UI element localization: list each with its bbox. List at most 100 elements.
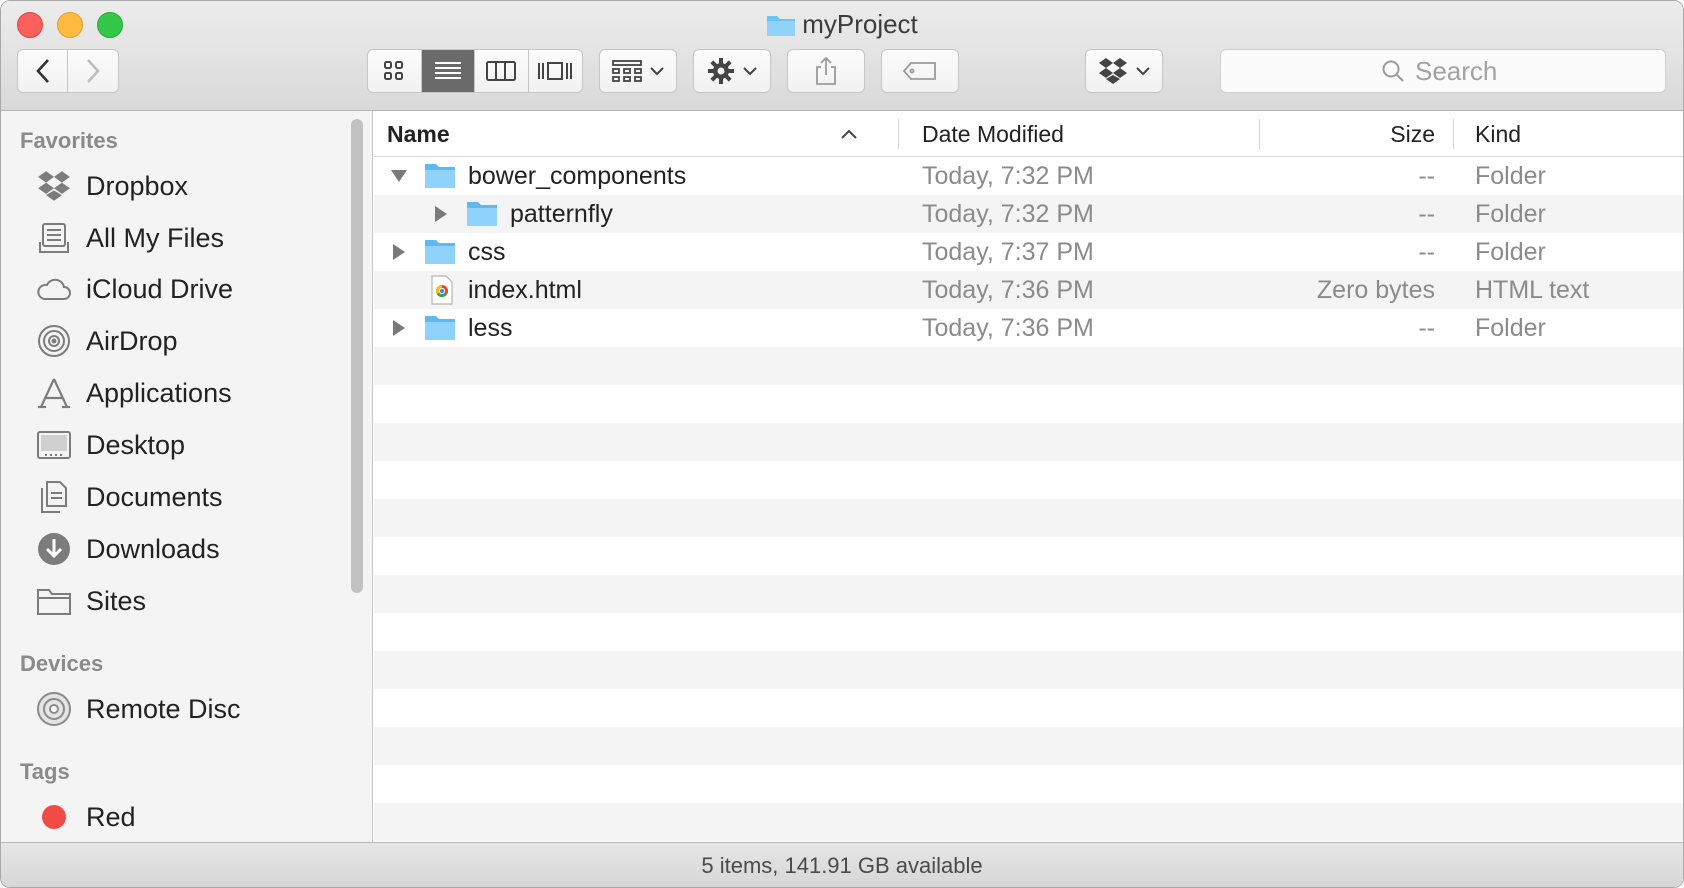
sidebar-heading-tags: Tags <box>20 759 70 784</box>
file-date: Today, 7:32 PM <box>922 162 1094 190</box>
search-field[interactable] <box>1220 49 1666 93</box>
documents-icon <box>35 478 73 516</box>
disclosure-triangle-collapsed[interactable] <box>431 195 451 233</box>
cover-flow-button[interactable] <box>529 50 583 92</box>
sidebar-heading-devices: Devices <box>20 651 104 676</box>
column-header-kind[interactable]: Kind <box>1475 111 1521 157</box>
empty-row <box>374 347 1683 385</box>
file-row-index-html[interactable]: index.html Today, 7:36 PM Zero bytes HTM… <box>374 271 1683 309</box>
back-forward-group <box>17 49 119 93</box>
folder-icon <box>766 11 796 45</box>
dropbox-icon <box>35 167 73 205</box>
chevron-down-icon <box>650 67 664 76</box>
column-header-date[interactable]: Date Modified <box>922 111 1064 157</box>
chevron-right-icon <box>87 59 100 83</box>
arrange-grid-icon <box>612 60 642 82</box>
share-button[interactable] <box>787 49 865 93</box>
sidebar-item-tag-red[interactable]: Red <box>35 797 136 837</box>
airdrop-icon <box>35 322 73 360</box>
empty-row <box>374 537 1683 575</box>
search-icon <box>1382 60 1404 82</box>
list-view-button[interactable] <box>421 50 475 92</box>
action-button[interactable] <box>693 49 771 93</box>
disclosure-triangle-expanded[interactable] <box>389 157 409 195</box>
file-name: bower_components <box>468 162 687 190</box>
chevron-down-icon <box>1136 67 1150 76</box>
html-document-icon <box>431 275 453 305</box>
sidebar-item-downloads[interactable]: Downloads <box>35 529 220 569</box>
tags-button[interactable] <box>881 49 959 93</box>
column-header-size[interactable]: Size <box>1260 111 1435 157</box>
tag-dot-icon <box>35 798 73 836</box>
disclosure-triangle-collapsed[interactable] <box>389 233 409 271</box>
empty-row <box>374 803 1683 841</box>
chevron-left-icon <box>35 59 49 83</box>
file-row-patternfly[interactable]: patternfly Today, 7:32 PM -- Folder <box>374 195 1683 233</box>
file-date: Today, 7:36 PM <box>922 314 1094 342</box>
file-row-bower-components[interactable]: bower_components Today, 7:32 PM -- Folde… <box>374 157 1683 195</box>
folder-icon <box>35 582 73 620</box>
empty-row <box>374 765 1683 803</box>
file-kind: Folder <box>1475 314 1546 342</box>
sidebar-item-label: Red <box>86 801 136 832</box>
empty-row <box>374 613 1683 651</box>
back-button[interactable] <box>18 50 69 92</box>
file-rows: bower_components Today, 7:32 PM -- Folde… <box>374 157 1683 887</box>
triangle-down-icon <box>391 170 407 182</box>
icon-view-button[interactable] <box>368 50 422 92</box>
folder-icon <box>425 240 455 264</box>
sidebar-item-desktop[interactable]: Desktop <box>35 425 185 465</box>
tag-icon <box>902 62 936 80</box>
sidebar-item-all-my-files[interactable]: All My Files <box>35 218 224 258</box>
arrange-button[interactable] <box>599 49 677 93</box>
file-kind: Folder <box>1475 238 1546 266</box>
sidebar-item-airdrop[interactable]: AirDrop <box>35 321 178 361</box>
forward-button[interactable] <box>68 50 118 92</box>
sidebar-item-documents[interactable]: Documents <box>35 477 223 517</box>
sidebar-item-label: AirDrop <box>86 325 178 356</box>
column-separator <box>1453 119 1454 149</box>
sidebar-item-label: iCloud Drive <box>86 273 234 304</box>
gear-icon <box>708 58 734 84</box>
column-header-row: Name Date Modified Size Kind <box>374 111 1683 157</box>
file-kind: Folder <box>1475 200 1546 228</box>
column-date-label: Date Modified <box>922 121 1064 147</box>
file-size: Zero bytes <box>1316 276 1435 304</box>
file-kind: HTML text <box>1475 276 1590 304</box>
sidebar-item-label: Desktop <box>86 429 186 460</box>
file-name: patternfly <box>510 200 613 228</box>
folder-icon <box>425 316 455 340</box>
empty-row <box>374 423 1683 461</box>
sidebar-item-label: Dropbox <box>86 170 189 201</box>
sidebar-item-applications[interactable]: Applications <box>35 373 232 413</box>
status-bar: 5 items, 141.91 GB available <box>1 842 1683 887</box>
sidebar-item-label: Applications <box>86 377 232 408</box>
column-header-name[interactable]: Name <box>387 111 857 157</box>
finder-window: myProject Search Favorites Dropbox All M… <box>0 0 1684 888</box>
status-text: 5 items, 141.91 GB available <box>701 853 983 878</box>
search-input[interactable] <box>1415 55 1505 87</box>
sidebar-item-icloud-drive[interactable]: iCloud Drive <box>35 269 233 309</box>
column-name-label: Name <box>387 121 450 147</box>
empty-row <box>374 575 1683 613</box>
sidebar-item-remote-disc[interactable]: Remote Disc <box>35 689 241 729</box>
dropbox-button[interactable] <box>1085 49 1163 93</box>
file-row-less[interactable]: less Today, 7:36 PM -- Folder <box>374 309 1683 347</box>
file-size: -- <box>1418 238 1435 266</box>
file-row-css[interactable]: css Today, 7:37 PM -- Folder <box>374 233 1683 271</box>
file-size: -- <box>1418 314 1435 342</box>
file-list: Name Date Modified Size Kind bower_compo… <box>374 111 1683 887</box>
sidebar-heading-favorites: Favorites <box>20 128 118 153</box>
disclosure-triangle-collapsed[interactable] <box>389 309 409 347</box>
column-view-button[interactable] <box>475 50 529 92</box>
desktop-icon <box>35 426 73 464</box>
sidebar-item-sites[interactable]: Sites <box>35 581 146 621</box>
sidebar-scrollbar[interactable] <box>351 119 363 593</box>
sort-ascending-icon <box>841 129 857 139</box>
file-kind: Folder <box>1475 162 1546 190</box>
sidebar-item-label: Downloads <box>86 533 220 564</box>
window-title: myProject <box>802 9 918 39</box>
list-icon <box>434 62 461 79</box>
triangle-right-icon <box>393 320 405 336</box>
sidebar-item-dropbox[interactable]: Dropbox <box>35 166 188 206</box>
